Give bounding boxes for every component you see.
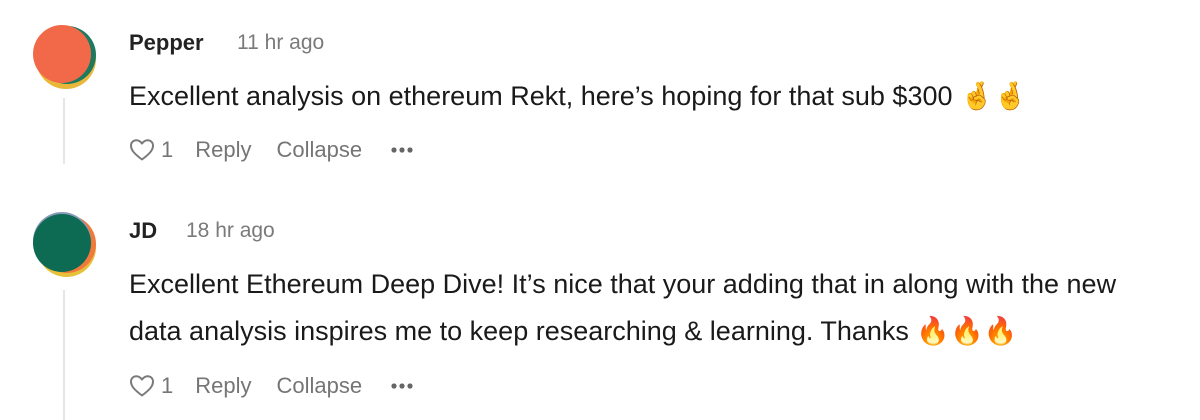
reply-button[interactable]: Reply bbox=[195, 373, 251, 399]
like-count: 1 bbox=[161, 373, 174, 398]
comment-body: Excellent Ethereum Deep Dive! It’s nice … bbox=[129, 261, 1116, 355]
like-count: 1 bbox=[161, 137, 174, 162]
comment-body-line: Excellent Ethereum Deep Dive! It’s nice … bbox=[129, 269, 1117, 299]
ellipsis-icon[interactable] bbox=[391, 383, 413, 389]
heart-icon bbox=[129, 374, 155, 398]
comment-actions: 1 Reply Collapse bbox=[129, 373, 413, 399]
author-name[interactable]: Pepper bbox=[129, 30, 204, 56]
collapse-button[interactable]: Collapse bbox=[277, 137, 363, 163]
author-name[interactable]: JD bbox=[129, 218, 157, 244]
comment: Pepper 11 hr ago Excellent analysis on e… bbox=[0, 0, 1200, 188]
thread-line[interactable] bbox=[63, 98, 65, 164]
comment-timestamp[interactable]: 11 hr ago bbox=[237, 31, 324, 55]
collapse-button[interactable]: Collapse bbox=[277, 373, 363, 399]
comment-timestamp[interactable]: 18 hr ago bbox=[186, 219, 275, 243]
like-button[interactable]: 1 bbox=[129, 137, 173, 163]
comment-body: Excellent analysis on ethereum Rekt, her… bbox=[129, 73, 1027, 120]
thread-line[interactable] bbox=[63, 290, 65, 420]
heart-icon bbox=[129, 138, 155, 162]
reply-button[interactable]: Reply bbox=[195, 137, 251, 163]
avatar[interactable] bbox=[32, 212, 96, 277]
comment-body-line: data analysis inspires me to keep resear… bbox=[129, 316, 1018, 346]
ellipsis-icon[interactable] bbox=[391, 147, 413, 153]
like-button[interactable]: 1 bbox=[129, 373, 173, 399]
comment-body-line: Excellent analysis on ethereum Rekt, her… bbox=[129, 81, 1028, 111]
comment-actions: 1 Reply Collapse bbox=[129, 137, 413, 163]
avatar[interactable] bbox=[32, 24, 96, 89]
comment: JD 18 hr ago Excellent Ethereum Deep Div… bbox=[0, 188, 1200, 420]
